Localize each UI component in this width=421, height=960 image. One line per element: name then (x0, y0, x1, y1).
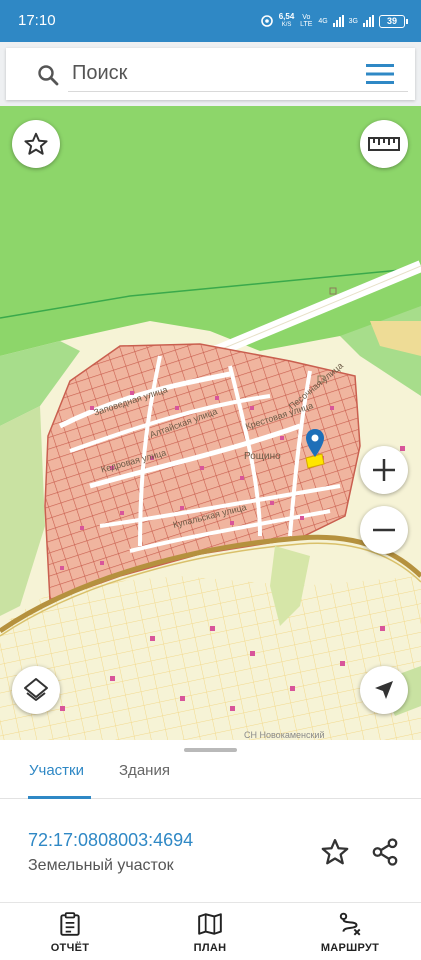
search-icon[interactable] (36, 63, 60, 87)
nav-route[interactable]: МАРШРУТ (300, 909, 400, 957)
my-location-button[interactable] (360, 666, 408, 714)
place-label: Рощино (244, 451, 281, 462)
zoom-out-button[interactable] (360, 506, 408, 554)
battery-icon: 39 (379, 14, 408, 28)
tab-buildings[interactable]: Здания (119, 762, 170, 798)
nav-plan-label: ПЛАН (193, 942, 227, 954)
layers-icon (24, 678, 48, 701)
search-area (0, 42, 421, 106)
minus-icon (373, 528, 395, 532)
signal-icon (332, 15, 344, 27)
district-label: СН Новокаменский (244, 730, 325, 740)
hamburger-menu-icon[interactable] (365, 62, 395, 86)
status-bar: 17:10 6,54 K/S Vo LTE 4G 3G 39 (0, 0, 421, 42)
ruler-icon (368, 137, 400, 151)
map-canvas[interactable] (0, 106, 421, 740)
add-favorite-star-icon[interactable] (320, 837, 350, 867)
network-speed: 6,54 K/S (278, 12, 295, 29)
tab-parcels[interactable]: Участки (28, 762, 91, 799)
nav-route-label: МАРШРУТ (320, 942, 380, 954)
route-icon (339, 912, 361, 936)
status-icons: 6,54 K/S Vo LTE 4G 3G 39 (260, 10, 408, 32)
sheet-tabs: Участки Здания (0, 760, 421, 799)
status-time: 17:10 (18, 12, 56, 29)
nav-report-label: ОТЧЁТ (50, 942, 90, 954)
parcel-sheet: Участки Здания 72:17:0808003:4694 Земель… (0, 740, 421, 902)
location-pin-icon[interactable] (305, 428, 325, 458)
nav-report[interactable]: ОТЧЁТ (20, 909, 120, 957)
volte-indicator: Vo LTE (300, 14, 313, 28)
cadastral-number-link[interactable]: 72:17:0808003:4694 (28, 830, 193, 851)
bottom-navigation: ОТЧЁТ ПЛАН МАРШРУТ (0, 902, 421, 960)
signal-icon-2 (363, 15, 374, 27)
map-icon (198, 913, 222, 935)
plus-icon (373, 459, 395, 481)
map-view[interactable]: Заповедная улица Алтайская улица Кедрова… (0, 106, 421, 740)
network-3g-label: 3G (348, 17, 358, 25)
nav-plan[interactable]: ПЛАН (160, 909, 260, 957)
parcel-type: Земельный участок (28, 857, 174, 874)
network-4g-label: 4G (318, 17, 328, 25)
search-input[interactable] (68, 56, 408, 92)
ruler-button[interactable] (360, 120, 408, 168)
clipboard-icon (60, 912, 80, 936)
sheet-drag-handle[interactable] (184, 748, 237, 752)
location-icon (260, 15, 273, 27)
star-icon (24, 132, 48, 155)
favorites-button[interactable] (12, 120, 60, 168)
search-bar (6, 48, 415, 100)
navigation-arrow-icon (375, 681, 393, 699)
layers-button[interactable] (12, 666, 60, 714)
share-icon[interactable] (369, 837, 401, 867)
zoom-in-button[interactable] (360, 446, 408, 494)
